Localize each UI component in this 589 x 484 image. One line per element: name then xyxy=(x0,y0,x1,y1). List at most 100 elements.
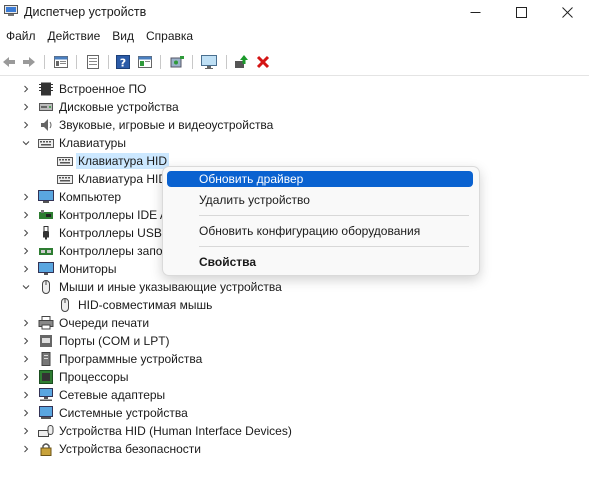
forward-button[interactable] xyxy=(20,53,38,71)
toolbar-separator xyxy=(76,55,77,69)
chevron-down-icon[interactable] xyxy=(20,134,32,152)
printer-icon xyxy=(38,316,54,330)
chevron-right-icon[interactable] xyxy=(20,404,32,422)
back-button[interactable] xyxy=(0,53,18,71)
context-item-label: Удалить устройство xyxy=(199,193,310,207)
monitor-button[interactable] xyxy=(200,53,218,71)
close-icon xyxy=(561,6,573,18)
context-separator xyxy=(199,246,469,247)
chevron-right-icon[interactable] xyxy=(20,440,32,458)
toolbar-separator xyxy=(226,55,227,69)
network-adapter-icon xyxy=(39,388,53,401)
update-driver-button[interactable] xyxy=(232,53,250,71)
disk-icon xyxy=(39,103,53,111)
chevron-right-icon[interactable] xyxy=(20,242,32,260)
scan-hardware-icon xyxy=(170,56,184,68)
show-hide-icon xyxy=(87,55,99,69)
uninstall-icon xyxy=(256,55,270,69)
close-button[interactable] xyxy=(544,0,589,24)
processor-icon xyxy=(39,370,53,384)
context-item-label: Обновить драйвер xyxy=(199,172,304,186)
context-item-properties[interactable]: Свойства xyxy=(167,254,473,270)
tree-item-label: HID-совместимая мышь xyxy=(78,298,213,312)
tree-item-label: Дисковые устройства xyxy=(59,100,179,114)
software-device-icon xyxy=(41,352,51,366)
help-icon: ? xyxy=(116,55,130,70)
chevron-right-icon[interactable] xyxy=(20,422,32,440)
title-bar: Диспетчер устройств xyxy=(0,0,589,26)
context-separator xyxy=(199,215,469,216)
menu-action[interactable]: Действие xyxy=(42,27,107,47)
uninstall-button[interactable] xyxy=(254,53,272,71)
port-icon xyxy=(40,335,52,347)
horizontal-scrollbar[interactable] xyxy=(0,478,589,484)
chevron-right-icon[interactable] xyxy=(20,206,32,224)
update-driver-icon xyxy=(235,55,248,68)
chevron-right-icon[interactable] xyxy=(20,98,32,116)
tree-item-label: Сетевые адаптеры xyxy=(59,388,166,402)
tree-item-label: Мыши и иные указывающие устройства xyxy=(59,280,282,294)
keyboard-icon xyxy=(57,175,73,184)
view-button[interactable] xyxy=(136,53,154,71)
tree-item-label: Клавиатуры xyxy=(59,136,126,150)
context-menu: Обновить драйвер Удалить устройство Обно… xyxy=(162,166,480,276)
keyboard-icon xyxy=(57,157,73,166)
help-button[interactable]: ? xyxy=(114,53,132,71)
chevron-right-icon[interactable] xyxy=(20,116,32,134)
chevron-right-icon[interactable] xyxy=(20,260,32,278)
device-manager-icon xyxy=(4,5,18,16)
tree-item-label: Очереди печати xyxy=(59,316,150,330)
chevron-right-icon[interactable] xyxy=(20,386,32,404)
computer-icon xyxy=(38,190,54,203)
context-item-scan-hardware[interactable]: Обновить конфигурацию оборудования xyxy=(167,223,473,239)
usb-icon xyxy=(43,226,49,240)
tree-item-label: Программные устройства xyxy=(59,352,203,366)
view-icon xyxy=(138,56,152,68)
menu-file[interactable]: Файл xyxy=(0,27,42,47)
context-item-update-driver[interactable]: Обновить драйвер xyxy=(167,171,473,187)
minimize-icon xyxy=(470,11,480,13)
maximize-button[interactable] xyxy=(498,0,544,24)
firmware-icon xyxy=(39,82,53,96)
monitor-icon xyxy=(201,55,217,69)
tree-item-label: Процессоры xyxy=(59,370,129,384)
tree-item-label: Устройства HID (Human Interface Devices) xyxy=(59,424,292,438)
chevron-right-icon[interactable] xyxy=(20,224,32,242)
tree-item-label: Контроллеры USB xyxy=(59,226,162,240)
tree-item-label: Встроенное ПО xyxy=(59,82,147,96)
system-device-icon xyxy=(39,406,53,419)
tree-item-label: Порты (COM и LPT) xyxy=(59,334,170,348)
toolbar-separator xyxy=(160,55,161,69)
menu-view[interactable]: Вид xyxy=(106,27,140,47)
tree-item-label: Системные устройства xyxy=(59,406,188,420)
show-hide-button[interactable] xyxy=(84,53,102,71)
tree-item-label: Контроллеры запо xyxy=(59,244,163,258)
scan-hardware-button[interactable] xyxy=(168,53,186,71)
chevron-right-icon[interactable] xyxy=(20,80,32,98)
monitor-icon xyxy=(38,262,54,275)
speaker-icon xyxy=(41,119,52,131)
security-device-icon xyxy=(40,443,52,456)
context-item-uninstall-device[interactable]: Удалить устройство xyxy=(167,192,473,208)
context-item-label: Свойства xyxy=(199,255,257,269)
tree-item-label: Компьютер xyxy=(59,190,122,204)
mouse-icon xyxy=(42,280,50,294)
storage-controller-icon xyxy=(39,248,53,255)
chevron-down-icon[interactable] xyxy=(20,278,32,296)
properties-button[interactable] xyxy=(52,53,70,71)
chevron-right-icon[interactable] xyxy=(20,350,32,368)
svg-text:?: ? xyxy=(120,57,126,70)
minimize-button[interactable] xyxy=(452,0,498,24)
chevron-right-icon[interactable] xyxy=(20,188,32,206)
chevron-right-icon[interactable] xyxy=(20,332,32,350)
maximize-icon xyxy=(515,6,527,18)
tree-item-label: Звуковые, игровые и видеоустройства xyxy=(59,118,274,132)
properties-icon xyxy=(54,56,68,68)
toolbar-separator xyxy=(192,55,193,69)
chevron-right-icon[interactable] xyxy=(20,314,32,332)
tree-item-label: Клавиатура HID xyxy=(78,172,167,186)
menu-help[interactable]: Справка xyxy=(140,27,199,47)
keyboard-icon xyxy=(38,139,54,148)
chevron-right-icon[interactable] xyxy=(20,368,32,386)
tree-item-label: Устройства безопасности xyxy=(59,442,201,456)
